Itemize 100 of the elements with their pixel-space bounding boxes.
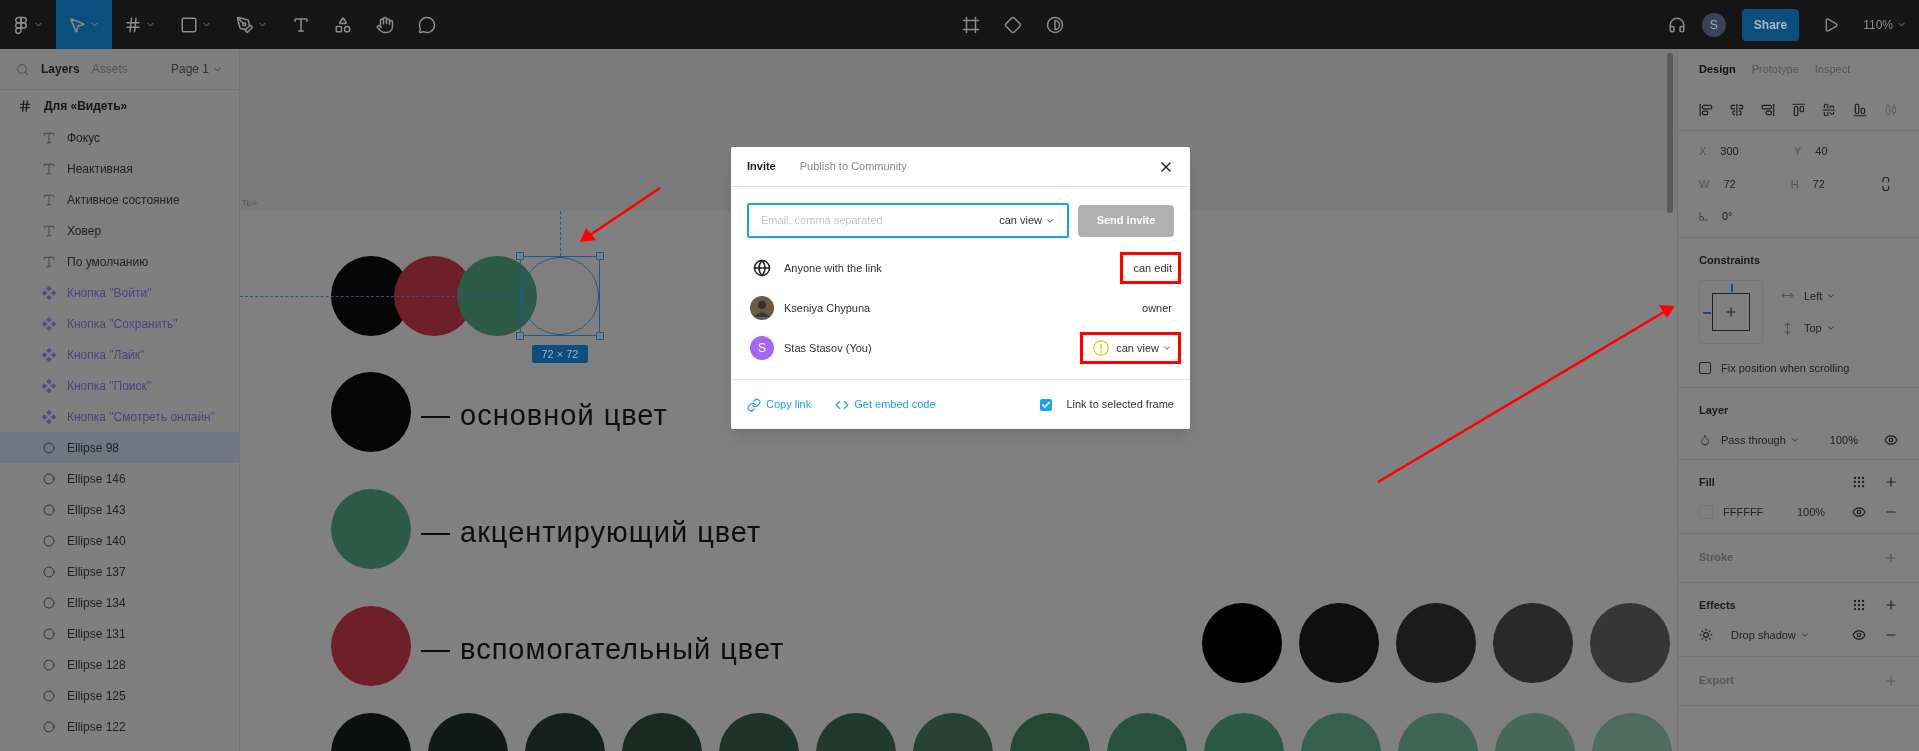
layer-item[interactable]: Для «Видеть»	[0, 90, 239, 122]
eye-icon[interactable]	[1852, 628, 1866, 643]
layer-item[interactable]: Неактивная	[0, 153, 239, 184]
panel-tab[interactable]: Design	[1699, 60, 1736, 78]
component-icon	[42, 347, 56, 362]
layer-item[interactable]: Ellipse 131	[0, 618, 239, 649]
align-center-icon[interactable]	[1729, 101, 1744, 118]
panel-tab[interactable]: Layers	[41, 60, 80, 78]
plus-icon[interactable]	[1884, 597, 1898, 612]
text-icon	[42, 161, 56, 176]
plus-icon[interactable]	[1884, 474, 1898, 489]
legend-text: — основной цвет	[421, 398, 668, 433]
checkbox-label: Fix position when scrolling	[1721, 361, 1850, 376]
legend-text: — акцентирующий цвет	[421, 515, 762, 550]
opacity-value[interactable]: 100%	[1829, 432, 1858, 449]
layer-item[interactable]: Ellipse 143	[0, 494, 239, 525]
layer-item[interactable]: Ellipse 128	[0, 649, 239, 680]
hex-value[interactable]: FFFFFF	[1723, 504, 1797, 521]
grid-icon[interactable]	[1852, 474, 1866, 489]
opacity-value[interactable]: 100%	[1797, 504, 1826, 521]
zoom-dropdown[interactable]: 110%	[1863, 15, 1907, 34]
layer-item[interactable]: Ellipse 137	[0, 556, 239, 587]
text-icon	[42, 223, 56, 238]
layer-item[interactable]: Ellipse 122	[0, 711, 239, 742]
text-icon	[292, 15, 310, 34]
sun-icon[interactable]	[1699, 628, 1713, 643]
angle-icon	[1699, 211, 1708, 221]
layer-item[interactable]: Ellipse 98	[0, 432, 239, 463]
align-top-icon[interactable]	[1791, 101, 1806, 118]
user-avatar[interactable]: S	[1701, 12, 1726, 37]
layer-item[interactable]: Ховер	[0, 215, 239, 246]
align-bottom-icon[interactable]	[1853, 101, 1868, 118]
layer-item[interactable]: Ellipse 140	[0, 525, 239, 556]
warning-icon	[1093, 340, 1110, 356]
guide-line	[560, 211, 561, 256]
layer-item[interactable]: Ellipse 134	[0, 587, 239, 618]
eye-icon[interactable]	[1852, 505, 1866, 520]
diamond-icon[interactable]	[1003, 15, 1022, 34]
resize-handle[interactable]	[516, 252, 524, 260]
resize-handle[interactable]	[516, 332, 524, 340]
layer-item[interactable]: Активное состояние	[0, 184, 239, 215]
constraint-dropdown[interactable]: Top	[1781, 320, 1837, 337]
constraint-dropdown[interactable]: Left	[1781, 287, 1837, 304]
component-icon	[42, 316, 56, 331]
role-dropdown[interactable]: can view	[1093, 339, 1172, 357]
ellipse-icon	[43, 627, 55, 640]
hash-icon	[18, 99, 32, 113]
comment-icon	[418, 15, 436, 34]
globe-icon	[753, 259, 771, 277]
person-name: Stas Stasov (You)	[784, 340, 872, 356]
layer-item[interactable]: Фокус	[0, 122, 239, 153]
contrast-icon[interactable]	[1045, 15, 1064, 34]
layer-item[interactable]: Кнопка "Лайк"	[0, 339, 239, 370]
page-dropdown[interactable]: Page 1	[170, 60, 223, 78]
square-icon	[180, 15, 198, 34]
blend-dropdown[interactable]: Pass through	[1721, 432, 1800, 449]
layer-item[interactable]: Ellipse 146	[0, 463, 239, 494]
play-icon[interactable]	[1823, 16, 1840, 33]
align-middle-icon[interactable]	[1822, 101, 1837, 118]
ellipse-icon	[43, 472, 55, 485]
legend-text: — вспомогательный цвет	[421, 632, 785, 667]
dialog-tab[interactable]: Invite	[747, 158, 776, 175]
scrollbar[interactable]	[1667, 53, 1673, 213]
size-label: 72 × 72	[532, 345, 588, 363]
grid-icon[interactable]	[1852, 597, 1866, 612]
dialog-tab[interactable]: Publish to Community	[799, 158, 907, 175]
effect-dropdown[interactable]: Drop shadow	[1731, 627, 1810, 644]
email-field[interactable]: Email, comma separated can view	[747, 203, 1069, 238]
layer-item[interactable]: По умолчанию	[0, 246, 239, 277]
eye-icon[interactable]	[1884, 433, 1898, 448]
align-left-icon[interactable]	[1699, 101, 1713, 118]
layer-item[interactable]: Кнопка "Поиск"	[0, 370, 239, 401]
headphones-icon[interactable]	[1667, 15, 1686, 34]
section-title: Fill	[1699, 474, 1715, 490]
share-button[interactable]: Share	[1741, 8, 1800, 41]
constraint-widget[interactable]	[1699, 280, 1763, 344]
caret-icon	[1162, 343, 1172, 353]
ellipse-icon	[43, 658, 55, 671]
rotation-field[interactable]: 0°	[1699, 208, 1898, 225]
copy-link[interactable]: Copy link	[747, 396, 812, 413]
checkbox[interactable]	[1699, 362, 1711, 375]
shapes-icon	[334, 15, 352, 34]
layer-item[interactable]: Ellipse 125	[0, 680, 239, 711]
layer-item[interactable]: Кнопка "Смотреть онлайн"	[0, 401, 239, 432]
permission-dropdown[interactable]: can view	[999, 212, 1055, 229]
chain-link-icon[interactable]	[1882, 176, 1890, 191]
check-icon	[1041, 399, 1052, 410]
ellipse-icon	[43, 596, 55, 609]
role-text: can edit	[1133, 260, 1172, 276]
resize-handle[interactable]	[596, 252, 604, 260]
ellipse-icon	[43, 534, 55, 547]
checkbox-label: Link to selected frame	[1066, 397, 1174, 413]
resize-handle[interactable]	[596, 332, 604, 340]
embed-code-link[interactable]: Get embed code	[835, 396, 936, 413]
layer-item[interactable]: Кнопка "Войти"	[0, 277, 239, 308]
hash-icon	[124, 15, 142, 34]
frame-icon[interactable]	[961, 15, 980, 34]
checkbox[interactable]	[1040, 398, 1053, 411]
layer-item[interactable]: Кнопка "Сохранить"	[0, 308, 239, 339]
align-right-icon[interactable]	[1760, 101, 1775, 118]
